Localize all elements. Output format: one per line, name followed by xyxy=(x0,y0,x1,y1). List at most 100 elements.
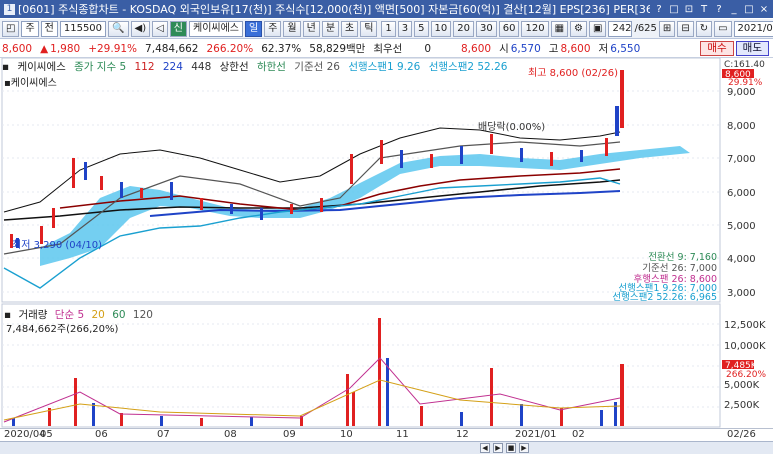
code-input[interactable]: 115500 xyxy=(59,20,107,37)
scroll-right-icon[interactable]: ▶ xyxy=(493,443,503,453)
svg-text:4,000: 4,000 xyxy=(727,254,756,265)
interval-30[interactable]: 30 xyxy=(476,20,497,37)
dividend-annotation: 배당락(0.00%) xyxy=(478,121,545,133)
legend-baseline[interactable]: 기준선 26 xyxy=(294,61,340,73)
chart-toolbar: ◰ 주 전 115500 🔍 ◀) ◁ 신 케이씨에스 일 주 월 년 분 초 … xyxy=(0,19,773,39)
count-input[interactable]: 242 xyxy=(608,20,633,37)
zoom-in-icon[interactable]: ⊞ xyxy=(658,20,676,37)
close-icon[interactable]: × xyxy=(759,4,769,15)
new-button[interactable]: 신 xyxy=(169,20,187,37)
svg-text:기준선 26: 7,000: 기준선 26: 7,000 xyxy=(642,263,717,274)
x-tick-last: 02/26 xyxy=(727,429,756,440)
interval-5[interactable]: 5 xyxy=(414,20,429,37)
refresh-icon[interactable]: ↻ xyxy=(695,20,713,37)
svg-text:3,000: 3,000 xyxy=(727,288,756,299)
chart-window-icon: 1 xyxy=(4,3,15,15)
layout-icon[interactable]: ⊡ xyxy=(684,4,694,15)
legend-upper-band[interactable]: 상한선 xyxy=(220,61,249,73)
zoom-out-icon[interactable]: ⊟ xyxy=(677,20,694,37)
tab-weekly[interactable]: 주 xyxy=(264,20,282,37)
legend-close[interactable]: 종가 지수 5 xyxy=(74,61,126,73)
best-bid-value: 0 xyxy=(424,42,431,55)
svg-text:전환선 9: 7,160: 전환선 9: 7,160 xyxy=(648,251,717,263)
play-icon[interactable]: ▶ xyxy=(519,443,529,453)
tab-yearly[interactable]: 년 xyxy=(302,20,320,37)
legend-vol-ma120[interactable]: 120 xyxy=(133,309,153,321)
legend-marker-icon: ▪ xyxy=(2,61,10,73)
calendar-icon[interactable]: ▭ xyxy=(714,20,732,37)
tab-monthly[interactable]: 월 xyxy=(283,20,301,37)
info-icon[interactable]: ? xyxy=(714,4,724,15)
interval-3[interactable]: 3 xyxy=(397,20,413,37)
volume-pct: 266.20% xyxy=(206,42,254,55)
low-annotation: 최저 3,290 (04/10) xyxy=(12,239,102,251)
window-title-bar: 1 [0601] 주식종합차트 - KOSDAQ 외국인보유[17(천)] 주식… xyxy=(0,0,773,18)
count-total: /625 xyxy=(634,23,657,34)
svg-text:2,500K: 2,500K xyxy=(724,400,760,411)
window-title: [0601] 주식종합차트 - KOSDAQ 외국인보유[17(천)] 주식수[… xyxy=(18,3,650,16)
open-value: 6,570 xyxy=(510,42,541,55)
legend-span2[interactable]: 선행스팬2 52.26 xyxy=(429,61,508,73)
x-axis: 2020/04 05 06 07 08 09 10 11 12 2021/01 … xyxy=(0,428,773,441)
svg-text:7,000: 7,000 xyxy=(727,154,756,165)
svg-text:C:161.40: C:161.40 xyxy=(724,60,765,70)
chart-scrollbar[interactable]: ◀ ▶ ■ ▶ xyxy=(0,441,773,454)
minimize-icon[interactable]: _ xyxy=(729,4,739,15)
tab-second[interactable]: 초 xyxy=(341,20,359,37)
volume-value-label: 7,484,662주(266,20%) xyxy=(6,324,119,335)
svg-text:10,000K: 10,000K xyxy=(724,341,766,352)
x-tick: 08 xyxy=(224,429,237,440)
grid-icon[interactable]: ▦ xyxy=(550,20,569,37)
interval-10[interactable]: 10 xyxy=(430,20,452,37)
prev-icon[interactable]: ◁ xyxy=(152,20,168,37)
price-summary-bar: 8,600 ▲ 1,980 +29.91% 7,484,662 266.20% … xyxy=(0,40,773,58)
lock-icon[interactable]: ▣ xyxy=(589,20,607,37)
window-options-icon[interactable]: □ xyxy=(669,4,679,15)
legend-ma-112[interactable]: 112 xyxy=(134,61,154,73)
x-tick: 05 xyxy=(40,429,53,440)
buy-button[interactable]: 매수 xyxy=(700,41,734,56)
stock-name-field: 케이씨에스 xyxy=(189,20,243,37)
font-icon[interactable]: T xyxy=(699,4,709,15)
interval-120[interactable]: 120 xyxy=(521,20,549,37)
price-change-pct: +29.91% xyxy=(88,42,138,55)
legend-ma-224[interactable]: 224 xyxy=(163,61,183,73)
tab-minute[interactable]: 분 xyxy=(321,20,340,37)
x-tick: 02 xyxy=(572,429,585,440)
interval-60[interactable]: 60 xyxy=(498,20,520,37)
market-select[interactable]: 전 xyxy=(40,20,58,37)
x-tick: 07 xyxy=(157,429,170,440)
help-icon[interactable]: ? xyxy=(654,4,664,15)
volume-right-axis: 12,500K 10,000K 7,485K 266.20% 5,000K 2,… xyxy=(722,320,766,411)
chart-area[interactable]: 최고 8,600 (02/26) 최저 3,290 (04/10) 배당락(0.… xyxy=(0,58,773,441)
chart-svg[interactable]: 최고 8,600 (02/26) 최저 3,290 (04/10) 배당락(0.… xyxy=(0,58,773,428)
interval-1[interactable]: 1 xyxy=(381,20,396,37)
last-price: 8,600 xyxy=(461,42,492,55)
legend-lower-band[interactable]: 하한선 xyxy=(257,61,286,73)
tab-tick[interactable]: 틱 xyxy=(360,20,378,37)
date-input[interactable]: 2021/02/26 xyxy=(733,20,773,37)
svg-text:12,500K: 12,500K xyxy=(724,320,766,331)
svg-text:선행스팬2 52.26: 6,965: 선행스팬2 52.26: 6,965 xyxy=(612,291,717,303)
best-bid-label: 최우선 xyxy=(373,43,403,55)
scroll-left-icon[interactable]: ◀ xyxy=(480,443,490,453)
high-label: 고 xyxy=(548,43,559,55)
interval-20[interactable]: 20 xyxy=(453,20,475,37)
settings-icon[interactable]: ⚙ xyxy=(570,20,587,37)
stop-icon[interactable]: ■ xyxy=(506,443,516,453)
up-arrow-icon: ▲ xyxy=(40,42,49,55)
sell-button[interactable]: 매도 xyxy=(735,41,769,56)
legend-ma-448[interactable]: 448 xyxy=(191,61,211,73)
low-value: 6,550 xyxy=(610,42,641,55)
tab-daily[interactable]: 일 xyxy=(245,20,263,37)
high-annotation: 최고 8,600 (02/26) xyxy=(528,67,618,79)
svg-text:5,000: 5,000 xyxy=(727,221,756,232)
x-tick: 11 xyxy=(396,429,409,440)
chart-stock-label: ▪케이씨에스 xyxy=(4,78,57,89)
maximize-icon[interactable]: □ xyxy=(744,4,754,15)
menu-icon[interactable]: ◰ xyxy=(2,20,20,37)
sound-icon[interactable]: ◀) xyxy=(130,20,151,37)
search-icon[interactable]: 🔍 xyxy=(108,20,129,37)
mode-select[interactable]: 주 xyxy=(21,20,39,37)
legend-span1[interactable]: 선행스팬1 9.26 xyxy=(348,61,420,73)
